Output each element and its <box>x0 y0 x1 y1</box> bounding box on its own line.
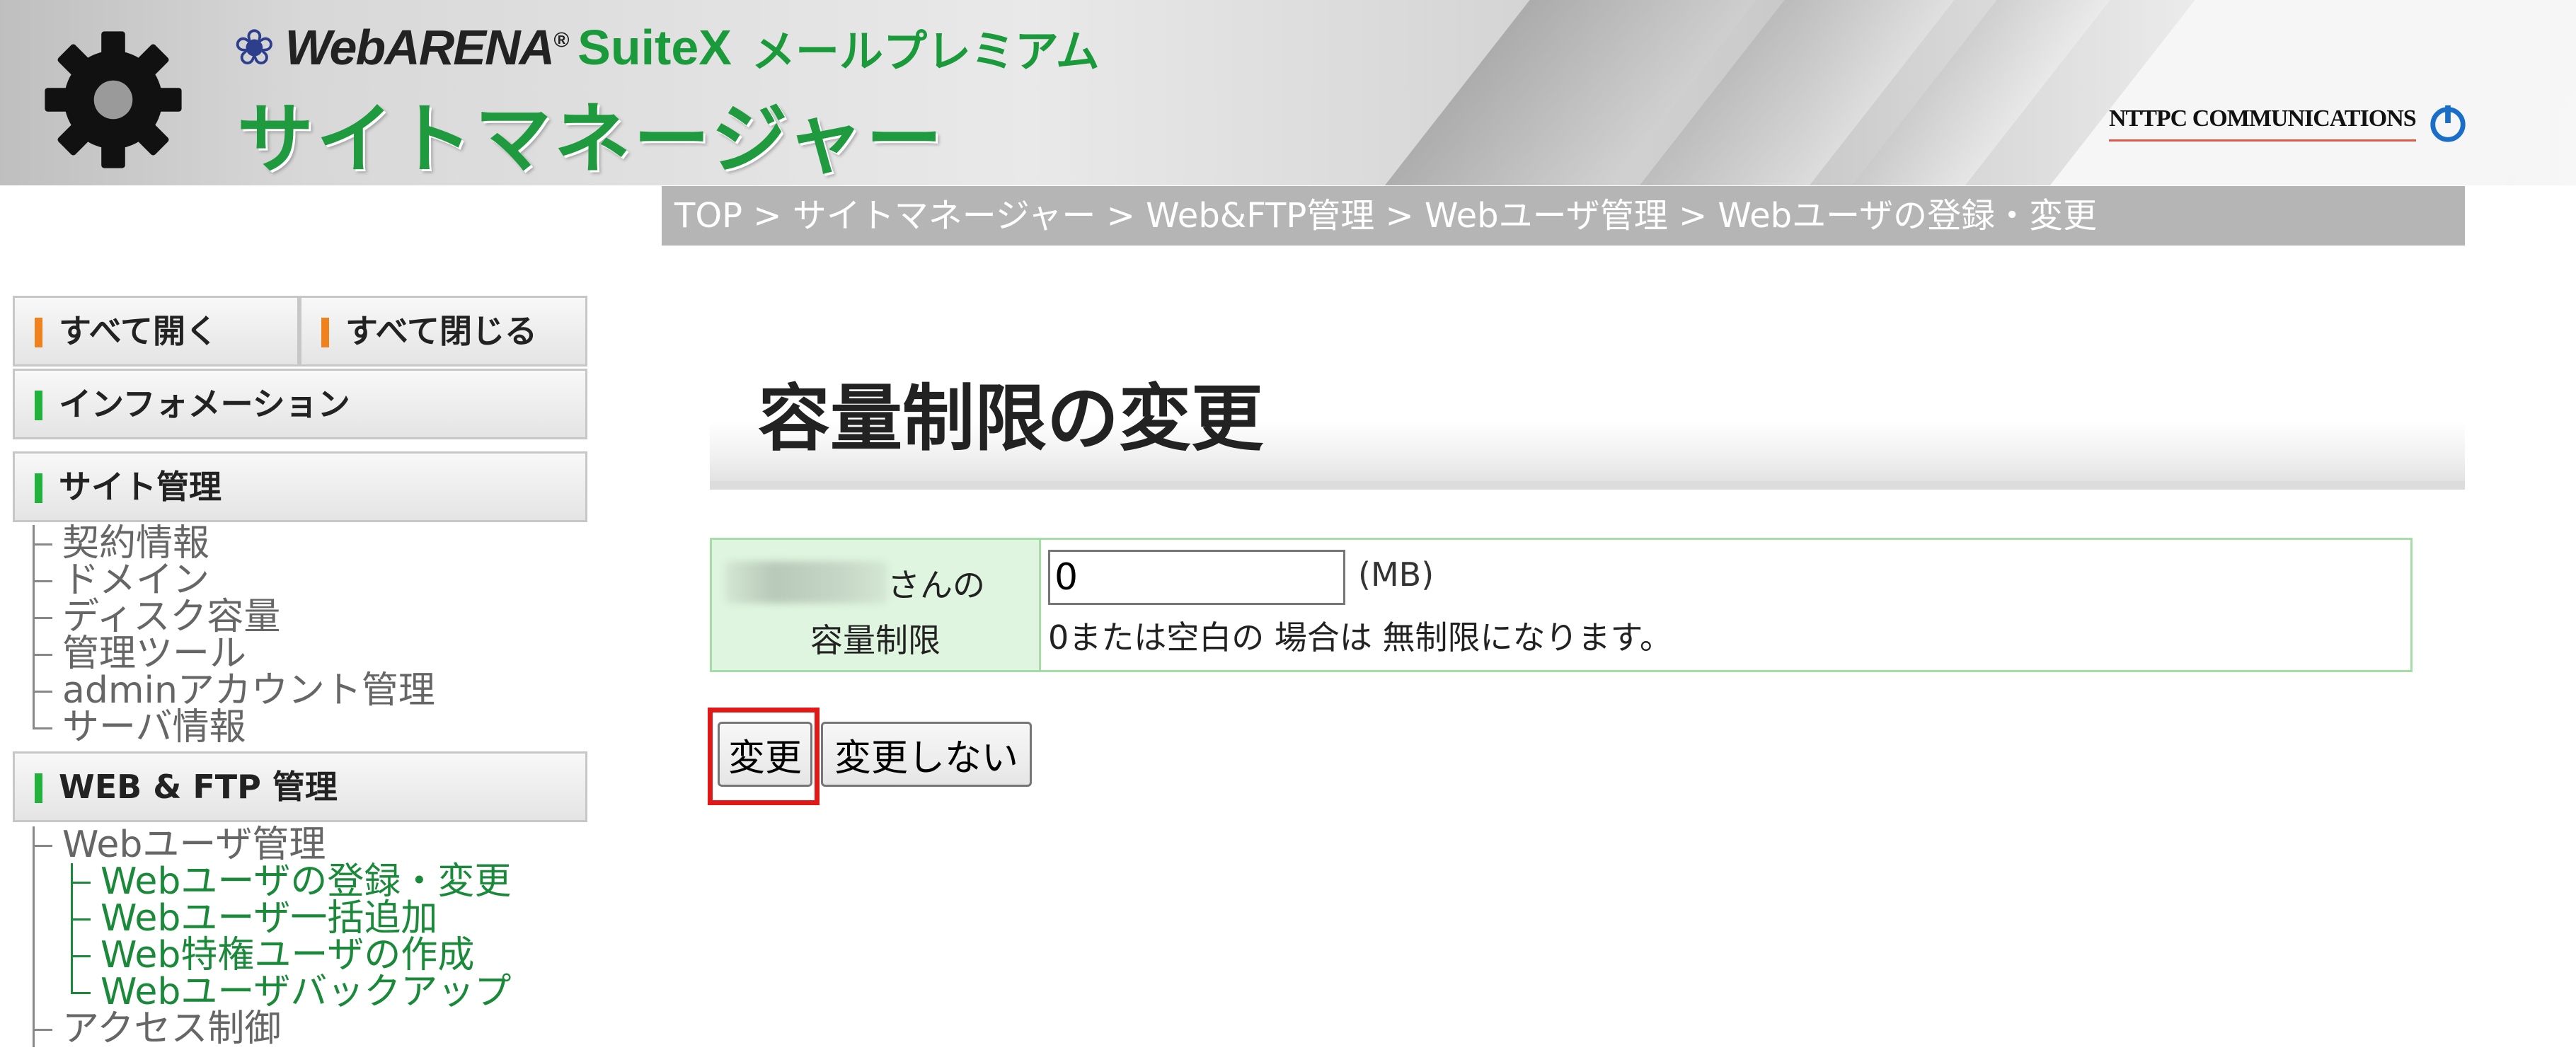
quota-label-cell: さんの 容量制限 <box>712 540 1041 670</box>
banner-stripe <box>2040 0 2576 185</box>
menu-bar-marker <box>35 473 42 503</box>
quota-value-cell: (MB) 0または空白の 場合は 無制限になります。 <box>1041 540 2410 670</box>
brand-product: メールプレミアム <box>751 25 1100 77</box>
sidebar: すべて開く すべて閉じる インフォメーション サイト管理 契約情報 ドメイン デ… <box>0 185 637 1047</box>
sidebar-item-server-info[interactable]: サーバ情報 <box>28 709 435 746</box>
menu-bar-marker <box>35 773 42 803</box>
menu-information-label: インフォメーション <box>59 385 350 423</box>
open-all-label: すべて開く <box>59 312 218 350</box>
ntt-logo-text: NTTPC COMMUNICATIONS <box>2109 105 2417 142</box>
menu-bar-marker <box>35 318 42 347</box>
sidebar-item-web-user-backup[interactable]: Webユーザバックアップ <box>67 974 511 1010</box>
breadcrumb: TOP > サイトマネージャー > Web&FTP管理 > Webユーザ管理 >… <box>662 186 2465 246</box>
menu-bar-marker <box>321 318 329 347</box>
header-banner: ❀ WebARENA® SuiteX メールプレミアム サイトマネージャー NT… <box>0 0 2576 185</box>
product-brand: ❀ WebARENA® SuiteX メールプレミアム <box>234 16 1100 79</box>
site-management-tree: 契約情報 ドメイン ディスク容量 管理ツール adminアカウント管理 サーバ情… <box>28 525 435 746</box>
ntt-logo: NTTPC COMMUNICATIONS <box>2109 103 2468 144</box>
blurred-username <box>725 561 887 604</box>
quota-input[interactable] <box>1048 550 1345 605</box>
sidebar-item-web-user-bulk[interactable]: Webユーザ一括追加 <box>67 900 511 937</box>
close-all-label: すべて閉じる <box>345 312 537 350</box>
web-ftp-tree: Webユーザ管理 Webユーザの登録・変更 Webユーザ一括追加 Web特権ユー… <box>28 826 511 1047</box>
gear-icon <box>45 31 182 168</box>
close-all-button[interactable]: すべて閉じる <box>299 296 587 367</box>
quota-help-text: 0または空白の 場合は 無制限になります。 <box>1048 618 1672 657</box>
sidebar-item-admin-account[interactable]: adminアカウント管理 <box>28 672 435 709</box>
web-user-subtree: Webユーザの登録・変更 Webユーザ一括追加 Web特権ユーザの作成 Webユ… <box>28 863 511 1010</box>
quota-unit-label: (MB) <box>1358 555 1434 594</box>
menu-web-ftp[interactable]: WEB & FTP 管理 <box>13 751 587 822</box>
site-title: サイトマネージャー <box>237 96 945 184</box>
quota-label-line1: さんの <box>887 566 985 604</box>
menu-web-ftp-label: WEB & FTP 管理 <box>59 768 338 806</box>
sidebar-item-web-user-register[interactable]: Webユーザの登録・変更 <box>67 863 511 900</box>
quota-form-table: さんの 容量制限 (MB) 0または空白の 場合は 無制限になります。 <box>710 538 2413 672</box>
sidebar-item-contract[interactable]: 契約情報 <box>28 525 435 562</box>
ntt-power-icon <box>2430 105 2466 142</box>
sidebar-item-domain[interactable]: ドメイン <box>28 562 435 599</box>
menu-information[interactable]: インフォメーション <box>13 369 587 439</box>
menu-site-management[interactable]: サイト管理 <box>13 451 587 522</box>
sidebar-item-access-control[interactable]: アクセス制御 <box>28 1010 511 1047</box>
page-title: 容量制限の変更 <box>710 347 2465 490</box>
sidebar-item-tools[interactable]: 管理ツール <box>28 635 435 672</box>
tree-connector <box>33 863 35 1010</box>
change-button[interactable]: 変更 <box>718 722 812 787</box>
webarena-logo-icon: ❀ <box>234 18 275 76</box>
sidebar-item-disk[interactable]: ディスク容量 <box>28 599 435 635</box>
brand-webarena: WebARENA® <box>284 20 570 75</box>
quota-label-line2: 容量制限 <box>810 621 941 659</box>
menu-bar-marker <box>35 391 42 420</box>
no-change-button[interactable]: 変更しない <box>821 722 1032 787</box>
open-all-button[interactable]: すべて開く <box>13 296 299 367</box>
brand-suitex: SuiteX <box>577 20 732 75</box>
sidebar-item-web-privileged-user[interactable]: Web特権ユーザの作成 <box>67 937 511 974</box>
menu-site-management-label: サイト管理 <box>59 468 222 506</box>
sidebar-item-web-user-mgmt[interactable]: Webユーザ管理 <box>28 826 511 863</box>
